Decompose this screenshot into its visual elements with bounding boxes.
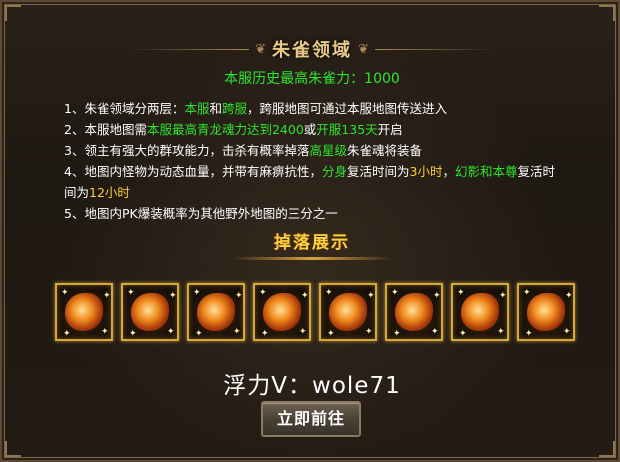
rule-text-segment: 开服135天 bbox=[316, 122, 378, 137]
sparkle-icon: ✦ bbox=[299, 327, 307, 337]
rule-text-segment: 分身 bbox=[321, 164, 347, 179]
drop-items-row: ✦ ✦ ✦ ✦ ✦ ✦ ✦ ✦ ✦ ✦ ✦ ✦ ✦ ✦ ✦ ✦ ✦ ✦ ✦ ✦ ✦ ✦ ✦ ✦ ✦ ✦ ✦ ✦ ✦ ✦ ✦ ✦ bbox=[55, 283, 575, 345]
ornament-swirl-icon: ❦ bbox=[255, 41, 266, 57]
drop-item-slot[interactable]: ✦ ✦ ✦ ✦ bbox=[121, 283, 179, 341]
rule-text-segment: 跨服 bbox=[222, 101, 248, 116]
sparkle-icon: ✦ bbox=[61, 288, 69, 298]
frame-corner bbox=[599, 5, 615, 21]
belt-icon bbox=[461, 293, 499, 331]
rule-text-segment: ，跨服地图可通过本服地图传送进入 bbox=[247, 101, 448, 116]
sparkle-icon: ✦ bbox=[167, 327, 175, 337]
sparkle-icon: ✦ bbox=[565, 291, 573, 301]
drop-showcase-header: 掉落展示 bbox=[232, 228, 392, 260]
rule-text-segment: 本服 bbox=[184, 101, 210, 116]
frame-corner bbox=[599, 441, 615, 457]
drop-item-slot[interactable]: ✦ ✦ ✦ ✦ bbox=[451, 283, 509, 341]
rule-text-segment: 开启 bbox=[377, 122, 403, 137]
drop-item-slot[interactable]: ✦ ✦ ✦ ✦ bbox=[55, 283, 113, 341]
rule-text-segment: 1、朱雀领域分两层： bbox=[64, 101, 185, 116]
ring-icon bbox=[197, 293, 235, 331]
rule-text-segment: 5、地图内PK爆装概率为其他野外地图的三分之一 bbox=[64, 206, 338, 221]
sparkle-icon: ✦ bbox=[497, 327, 505, 337]
rule-item: 2、本服地图需本服最高青龙魂力达到2400或开服135天开启 bbox=[64, 119, 564, 140]
rule-text-segment: 或 bbox=[303, 122, 317, 137]
sparkle-icon: ✦ bbox=[301, 291, 309, 301]
watermark-text: 浮力V：wole71 bbox=[223, 373, 401, 399]
sparkle-icon: ✦ bbox=[459, 329, 467, 339]
frame-corner bbox=[5, 5, 21, 21]
sparkle-icon: ✦ bbox=[63, 329, 71, 339]
sparkle-icon: ✦ bbox=[169, 291, 177, 301]
sparkle-icon: ✦ bbox=[261, 329, 269, 339]
server-record-text: 本服历史最高朱雀力：1000 bbox=[224, 71, 400, 87]
gauntlet-icon bbox=[65, 293, 103, 331]
rule-text-segment: 幻影和本尊 bbox=[454, 164, 518, 179]
sparkle-icon: ✦ bbox=[233, 327, 241, 337]
title-divider-right bbox=[374, 48, 495, 50]
rule-item: 4、地图内怪物为动态血量，并带有麻痹抗性，分身复活时间为3小时，幻影和本尊复活时… bbox=[64, 161, 564, 203]
crown-icon bbox=[527, 293, 565, 331]
frame-corner bbox=[5, 441, 21, 457]
sparkle-icon: ✦ bbox=[325, 288, 333, 298]
sparkle-icon: ✦ bbox=[457, 288, 465, 298]
drop-item-slot[interactable]: ✦ ✦ ✦ ✦ bbox=[187, 283, 245, 341]
sparkle-icon: ✦ bbox=[431, 327, 439, 337]
sparkle-icon: ✦ bbox=[499, 291, 507, 301]
sparkle-icon: ✦ bbox=[365, 327, 373, 337]
rule-item: 3、领主有强大的群攻能力，击杀有概率掉落高星级朱雀魂将装备 bbox=[64, 140, 564, 161]
ornament-swirl-icon: ❦ bbox=[358, 41, 369, 57]
page-title: 朱雀领域 bbox=[272, 40, 352, 61]
sparkle-icon: ✦ bbox=[127, 288, 135, 298]
rules-list: 1、朱雀领域分两层：本服和跨服，跨服地图可通过本服地图传送进入 2、本服地图需本服… bbox=[64, 98, 564, 224]
drop-title-underline bbox=[232, 257, 392, 260]
rule-text-segment: 本服最高青龙魂力达到2400 bbox=[146, 122, 304, 137]
sparkle-icon: ✦ bbox=[235, 291, 243, 301]
sparkle-icon: ✦ bbox=[523, 288, 531, 298]
bracer-icon bbox=[263, 293, 301, 331]
sparkle-icon: ✦ bbox=[367, 291, 375, 301]
sparkle-icon: ✦ bbox=[391, 288, 399, 298]
drop-item-slot[interactable]: ✦ ✦ ✦ ✦ bbox=[319, 283, 377, 341]
title-divider-left bbox=[129, 48, 250, 50]
sparkle-icon: ✦ bbox=[433, 291, 441, 301]
sparkle-icon: ✦ bbox=[103, 291, 111, 301]
rule-text-segment: ， bbox=[442, 164, 455, 179]
sparkle-icon: ✦ bbox=[193, 288, 201, 298]
sparkle-icon: ✦ bbox=[101, 327, 109, 337]
zhuque-domain-panel: ❦ 朱雀领域 ❦ 本服历史最高朱雀力：1000 1、朱雀领域分两层：本服和跨服，… bbox=[0, 0, 620, 462]
go-now-button[interactable]: 立即前往 bbox=[261, 401, 361, 437]
sparkle-icon: ✦ bbox=[393, 329, 401, 339]
rule-item: 1、朱雀领域分两层：本服和跨服，跨服地图可通过本服地图传送进入 bbox=[64, 98, 564, 119]
drop-showcase-title: 掉落展示 bbox=[274, 233, 350, 253]
rule-text-segment: 2、本服地图需 bbox=[64, 122, 147, 137]
sparkle-icon: ✦ bbox=[259, 288, 267, 298]
rule-text-segment: 朱雀魂将装备 bbox=[346, 143, 422, 158]
rule-text-segment: 3、领主有强大的群攻能力，击杀有概率掉落 bbox=[64, 143, 310, 158]
sparkle-icon: ✦ bbox=[327, 329, 335, 339]
rule-text-segment: 和 bbox=[209, 101, 222, 116]
sparkle-icon: ✦ bbox=[129, 329, 137, 339]
sparkle-icon: ✦ bbox=[563, 327, 571, 337]
rule-text-segment: 12小时 bbox=[89, 185, 130, 200]
rule-text-segment: 高星级 bbox=[309, 143, 347, 158]
rule-text-segment: 复活时间为 bbox=[346, 164, 410, 179]
title-row: ❦ 朱雀领域 ❦ bbox=[2, 36, 620, 62]
sparkle-icon: ✦ bbox=[195, 329, 203, 339]
rule-text-segment: 3小时 bbox=[409, 164, 443, 179]
drop-item-slot[interactable]: ✦ ✦ ✦ ✦ bbox=[385, 283, 443, 341]
sparkle-icon: ✦ bbox=[525, 329, 533, 339]
boots-icon bbox=[395, 293, 433, 331]
helmet-icon bbox=[329, 293, 367, 331]
rule-item: 5、地图内PK爆装概率为其他野外地图的三分之一 bbox=[64, 203, 564, 224]
drop-item-slot[interactable]: ✦ ✦ ✦ ✦ bbox=[517, 283, 575, 341]
armor-icon bbox=[131, 293, 169, 331]
drop-item-slot[interactable]: ✦ ✦ ✦ ✦ bbox=[253, 283, 311, 341]
rule-text-segment: 4、地图内怪物为动态血量，并带有麻痹抗性， bbox=[64, 164, 322, 179]
